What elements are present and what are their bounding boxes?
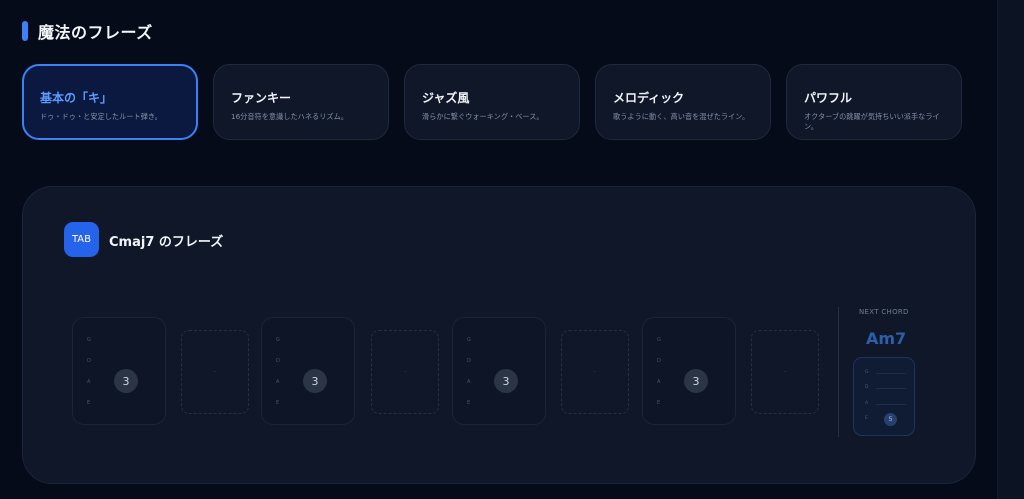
- string-label: A: [657, 379, 661, 385]
- style-card-list: 基本の「キ」 ドゥ・ドゥ・と安定したルート弾き。 ファンキー 16分音符を意識し…: [22, 64, 962, 140]
- tab-beat-box[interactable]: G D A E 3: [261, 317, 355, 425]
- rest-mark: -: [784, 368, 787, 375]
- style-card-desc: 滑らかに繋ぐウォーキング・ベース。: [422, 112, 544, 121]
- string-label: D: [657, 358, 661, 364]
- string-label: E: [276, 400, 280, 406]
- section-header: 魔法のフレーズ: [22, 21, 153, 42]
- style-card-desc: 歌うように動く、高い音を混ぜたライン。: [613, 112, 750, 121]
- rest-mark: -: [214, 368, 217, 375]
- string-label: A: [865, 401, 869, 406]
- tab-rest-box[interactable]: -: [751, 330, 819, 414]
- string-label: D: [87, 358, 91, 364]
- string-label: D: [865, 385, 869, 390]
- style-card-desc: ドゥ・ドゥ・と安定したルート弾き。: [40, 112, 162, 121]
- style-card-funky[interactable]: ファンキー 16分音符を意識したハネるリズム。: [213, 64, 389, 140]
- next-chord-preview[interactable]: G D A E 5: [853, 357, 915, 436]
- style-card-title: メロディック: [613, 91, 685, 105]
- style-card-desc: 16分音符を意識したハネるリズム。: [231, 112, 348, 121]
- next-chord-divider: [838, 307, 839, 437]
- phrase-panel: TAB Cmaj7 のフレーズ G D A E 3 - G D A E 3 - …: [22, 186, 976, 484]
- page: 魔法のフレーズ 基本の「キ」 ドゥ・ドゥ・と安定したルート弾き。 ファンキー 1…: [0, 0, 1024, 499]
- string-label: G: [276, 337, 280, 343]
- tab-rest-box[interactable]: -: [371, 330, 439, 414]
- string-label: D: [276, 358, 280, 364]
- style-card-desc: オクターブの跳躍が気持ちいい派手なライン。: [804, 112, 940, 131]
- tab-beat-box[interactable]: G D A E 3: [642, 317, 736, 425]
- fret-note[interactable]: 3: [494, 369, 518, 393]
- string-label: E: [657, 400, 661, 406]
- next-fret-note: 5: [884, 413, 897, 426]
- string-label: G: [87, 337, 91, 343]
- style-card-title: 基本の「キ」: [40, 91, 113, 105]
- header-accent-bar: [22, 21, 28, 41]
- string-label: G: [467, 337, 471, 343]
- string-label: E: [865, 416, 868, 421]
- string-label: D: [467, 358, 471, 364]
- tab-rest-box[interactable]: -: [561, 330, 629, 414]
- tab-beat-box[interactable]: G D A E 3: [452, 317, 546, 425]
- string-line: [876, 404, 906, 405]
- section-title: 魔法のフレーズ: [38, 23, 153, 42]
- style-card-jazz[interactable]: ジャズ風 滑らかに繋ぐウォーキング・ベース。: [404, 64, 580, 140]
- tab-badge: TAB: [64, 222, 99, 257]
- style-card-basic[interactable]: 基本の「キ」 ドゥ・ドゥ・と安定したルート弾き。: [22, 64, 198, 140]
- style-card-title: ファンキー: [231, 91, 292, 105]
- string-label: A: [276, 379, 280, 385]
- string-label: G: [657, 337, 661, 343]
- string-line: [876, 373, 906, 374]
- style-card-title: ジャズ風: [422, 91, 470, 105]
- style-card-melodic[interactable]: メロディック 歌うように動く、高い音を混ぜたライン。: [595, 64, 771, 140]
- style-card-powerful[interactable]: パワフル オクターブの跳躍が気持ちいい派手なライン。: [786, 64, 962, 140]
- next-chord-label: NEXT CHORD: [859, 308, 909, 316]
- tab-beat-box[interactable]: G D A E 3: [72, 317, 166, 425]
- scrollbar[interactable]: [997, 0, 1024, 499]
- fret-note[interactable]: 3: [114, 369, 138, 393]
- fret-note[interactable]: 3: [303, 369, 327, 393]
- string-line: [876, 388, 906, 389]
- string-label: E: [87, 400, 91, 406]
- style-card-title: パワフル: [804, 91, 853, 105]
- rest-mark: -: [404, 368, 407, 375]
- string-label: A: [467, 379, 471, 385]
- rest-mark: -: [594, 368, 597, 375]
- fret-note[interactable]: 3: [684, 369, 708, 393]
- panel-title: Cmaj7 のフレーズ: [109, 235, 224, 250]
- next-chord-name: Am7: [866, 329, 907, 348]
- tab-rest-box[interactable]: -: [181, 330, 249, 414]
- string-label: G: [865, 370, 869, 375]
- string-label: A: [87, 379, 91, 385]
- string-label: E: [467, 400, 471, 406]
